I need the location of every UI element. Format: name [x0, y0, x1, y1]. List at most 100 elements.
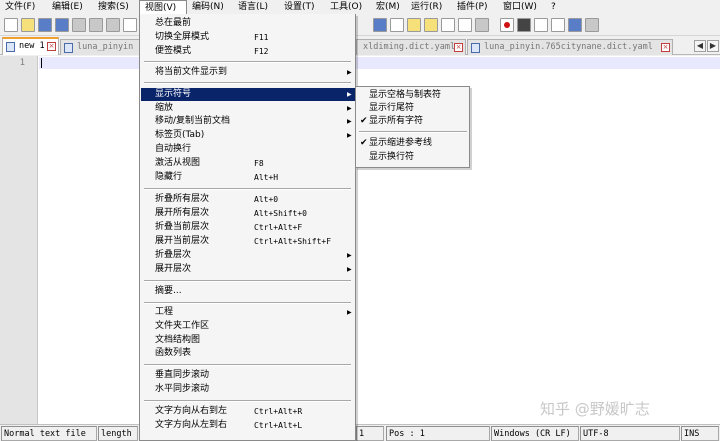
menu-help[interactable]: ?: [546, 0, 566, 15]
menu-item-move-clone-document[interactable]: 移动/复制当前文档 ▶: [141, 115, 355, 128]
menu-item-fold-current[interactable]: 折叠当前层次 Ctrl+Alt+F: [141, 221, 355, 234]
menu-item-view-current-file-in[interactable]: 将当前文件显示到 ▶: [141, 66, 355, 79]
menu-language[interactable]: 语言(L): [233, 0, 279, 15]
menu-item-unfold-current[interactable]: 展开当前层次 Ctrl+Alt+Shift+F: [141, 235, 355, 248]
language-icon[interactable]: [407, 18, 421, 32]
menu-settings[interactable]: 设置(T): [279, 0, 325, 15]
menu-item-project[interactable]: 工程 ▶: [141, 306, 355, 319]
menu-separator: [144, 302, 351, 304]
menu-item-post-it[interactable]: 便签模式 F12: [141, 45, 355, 58]
tab-label: xldiming.dict.yaml: [363, 42, 456, 52]
open-file-icon[interactable]: [21, 18, 35, 32]
folder-workspace-icon[interactable]: [458, 18, 472, 32]
menu-macro[interactable]: 宏(M): [371, 0, 406, 15]
menu-item-unfold-all[interactable]: 展开所有层次 Alt+Shift+0: [141, 207, 355, 220]
submenu-arrow-icon: ▶: [347, 309, 352, 316]
submenu-arrow-icon: ▶: [347, 252, 352, 259]
menu-separator: [359, 131, 467, 133]
submenu-arrow-icon: ▶: [347, 69, 352, 76]
submenu-arrow-icon: ▶: [347, 132, 352, 139]
play-multiple-icon[interactable]: [551, 18, 565, 32]
view-menu-dropdown: 总在最前 切换全屏模式 F11 便签模式 F12 将当前文件显示到 ▶ 显示符号…: [139, 14, 356, 441]
tab-scroll-right-icon[interactable]: ▶: [707, 40, 719, 52]
indent-guide-icon[interactable]: [390, 18, 404, 32]
save-macro-icon[interactable]: [568, 18, 582, 32]
record-macro-icon[interactable]: [500, 18, 514, 32]
submenu-item-show-whitespace-tab[interactable]: 显示空格与制表符: [357, 89, 469, 102]
submenu-item-show-indent-guide[interactable]: ✔ 显示缩进参考线: [357, 137, 469, 150]
close-icon[interactable]: [72, 18, 86, 32]
tab-luna-pinyin[interactable]: luna_pinyin: [60, 39, 140, 55]
menu-item-tab[interactable]: 标签页(Tab) ▶: [141, 129, 355, 142]
statusbar: Normal text file length : 1 Pos : 1 Wind…: [0, 424, 720, 441]
status-mode: INS: [681, 426, 719, 441]
close-tab-icon[interactable]: ×: [454, 43, 463, 52]
status-encoding[interactable]: UTF-8: [580, 426, 680, 441]
menu-item-show-symbol[interactable]: 显示符号 ▶: [141, 88, 355, 101]
toolbar: [0, 15, 720, 36]
menu-item-fold-level[interactable]: 折叠层次 ▶: [141, 249, 355, 262]
tabbar: new 1 × luna_pinyin xldiming.dict.yaml ×…: [0, 37, 720, 55]
function-list-icon[interactable]: [441, 18, 455, 32]
menu-file[interactable]: 文件(F): [0, 0, 47, 15]
menu-item-hide-lines[interactable]: 隐藏行 Alt+H: [141, 171, 355, 184]
menu-edit[interactable]: 编辑(E): [47, 0, 93, 15]
status-eol[interactable]: Windows (CR LF): [491, 426, 579, 441]
menu-item-sync-horizontal-scroll[interactable]: 水平同步滚动: [141, 383, 355, 396]
menu-item-word-wrap[interactable]: 自动换行: [141, 143, 355, 156]
print-icon[interactable]: [106, 18, 120, 32]
menu-plugins[interactable]: 插件(P): [452, 0, 498, 15]
menu-search[interactable]: 搜索(S): [93, 0, 139, 15]
submenu-item-show-all-characters[interactable]: ✔ 显示所有字符: [357, 115, 469, 128]
close-all-icon[interactable]: [89, 18, 103, 32]
tab-luna-pinyin-765[interactable]: luna_pinyin.765citynane.dict.yaml ×: [467, 39, 673, 55]
menu-view[interactable]: 视图(V): [139, 0, 187, 15]
menu-separator: [144, 280, 351, 282]
tab-label: luna_pinyin: [77, 42, 134, 52]
status-file-type: Normal text file: [1, 426, 97, 441]
save-all-icon[interactable]: [55, 18, 69, 32]
menu-item-text-rtl[interactable]: 文字方向从右到左 Ctrl+Alt+R: [141, 405, 355, 418]
menu-window[interactable]: 窗口(W): [498, 0, 546, 15]
new-file-icon[interactable]: [4, 18, 18, 32]
submenu-arrow-icon: ▶: [347, 105, 352, 112]
play-macro-icon[interactable]: [534, 18, 548, 32]
menu-run[interactable]: 运行(R): [406, 0, 452, 15]
doc-map-icon[interactable]: [424, 18, 438, 32]
menu-item-zoom[interactable]: 缩放 ▶: [141, 102, 355, 115]
menu-separator: [144, 400, 351, 402]
menu-item-function-list[interactable]: 函数列表: [141, 347, 355, 360]
tab-new-1[interactable]: new 1 ×: [2, 37, 59, 55]
menu-item-always-on-top[interactable]: 总在最前: [141, 17, 355, 30]
show-symbol-submenu: 显示空格与制表符 显示行尾符 ✔ 显示所有字符 ✔ 显示缩进参考线 显示换行符: [355, 86, 470, 168]
submenu-arrow-icon: ▶: [347, 266, 352, 273]
menu-item-summary[interactable]: 摘要...: [141, 285, 355, 298]
menu-separator: [144, 82, 351, 84]
menu-item-folder-workspace[interactable]: 文件夹工作区: [141, 320, 355, 333]
menu-tools[interactable]: 工具(O): [325, 0, 371, 15]
status-pos: Pos : 1: [386, 426, 490, 441]
save-icon[interactable]: [38, 18, 52, 32]
submenu-item-show-wrap-symbol[interactable]: 显示换行符: [357, 151, 469, 164]
stop-macro-icon[interactable]: [517, 18, 531, 32]
menu-item-text-ltr[interactable]: 文字方向从左到右 Ctrl+Alt+L: [141, 419, 355, 432]
submenu-item-show-eol[interactable]: 显示行尾符: [357, 102, 469, 115]
menu-encoding[interactable]: 编码(N): [187, 0, 233, 15]
menu-item-unfold-level[interactable]: 展开层次 ▶: [141, 263, 355, 276]
menu-item-document-map[interactable]: 文档结构图: [141, 334, 355, 347]
tab-xldiming[interactable]: xldiming.dict.yaml ×: [356, 39, 466, 55]
cut-icon[interactable]: [123, 18, 137, 32]
settings-icon[interactable]: [585, 18, 599, 32]
menu-item-fold-all[interactable]: 折叠所有层次 Alt+0: [141, 193, 355, 206]
close-tab-icon[interactable]: ×: [47, 42, 56, 51]
watermark: 知乎 @野媛旷志: [540, 400, 650, 418]
close-tab-icon[interactable]: ×: [661, 43, 670, 52]
menu-item-fullscreen[interactable]: 切换全屏模式 F11: [141, 31, 355, 44]
status-line-col: 1: [356, 426, 384, 441]
menu-item-focus-other-view[interactable]: 激活从视图 F8: [141, 157, 355, 170]
menu-item-sync-vertical-scroll[interactable]: 垂直同步滚动: [141, 369, 355, 382]
file-icon: [471, 43, 480, 53]
monitoring-icon[interactable]: [475, 18, 489, 32]
tab-scroll-left-icon[interactable]: ◀: [694, 40, 706, 52]
show-all-chars-icon[interactable]: [373, 18, 387, 32]
